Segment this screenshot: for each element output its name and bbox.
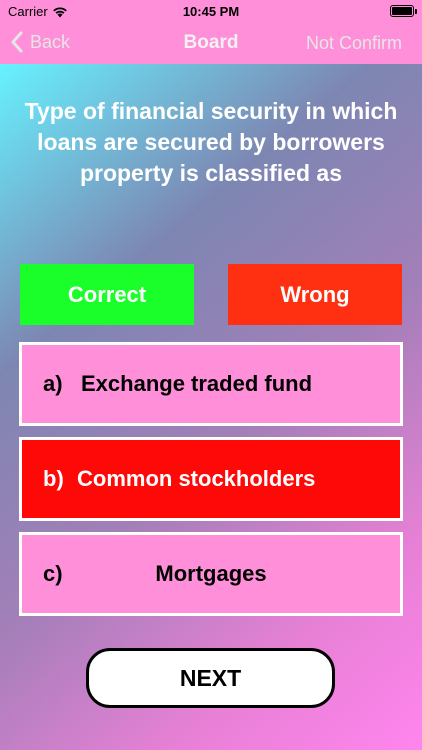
battery-icon (390, 5, 417, 17)
wrong-indicator: Wrong (228, 264, 402, 325)
option-letter: b) (43, 466, 64, 491)
option-text: Exchange traded fund (81, 371, 313, 396)
question-text: Type of financial security in which loan… (24, 98, 398, 186)
option-a-button[interactable]: a) Exchange traded fund (19, 342, 403, 426)
option-letter: a) (43, 371, 63, 396)
option-text: Common stockholders (77, 466, 316, 491)
navigation-bar: Back Board Not Confirm (0, 22, 422, 64)
option-text: Mortgages (155, 561, 267, 586)
option-c-button[interactable]: c) Mortgages (19, 532, 403, 616)
next-button[interactable]: NEXT (86, 648, 335, 708)
status-bar: Carrier 10:45 PM (0, 0, 422, 22)
correct-indicator: Correct (20, 264, 194, 325)
status-time: 10:45 PM (182, 4, 240, 19)
not-confirm-button[interactable]: Not Confirm (306, 33, 402, 54)
option-b-button[interactable]: b) Common stockholders (19, 437, 403, 521)
